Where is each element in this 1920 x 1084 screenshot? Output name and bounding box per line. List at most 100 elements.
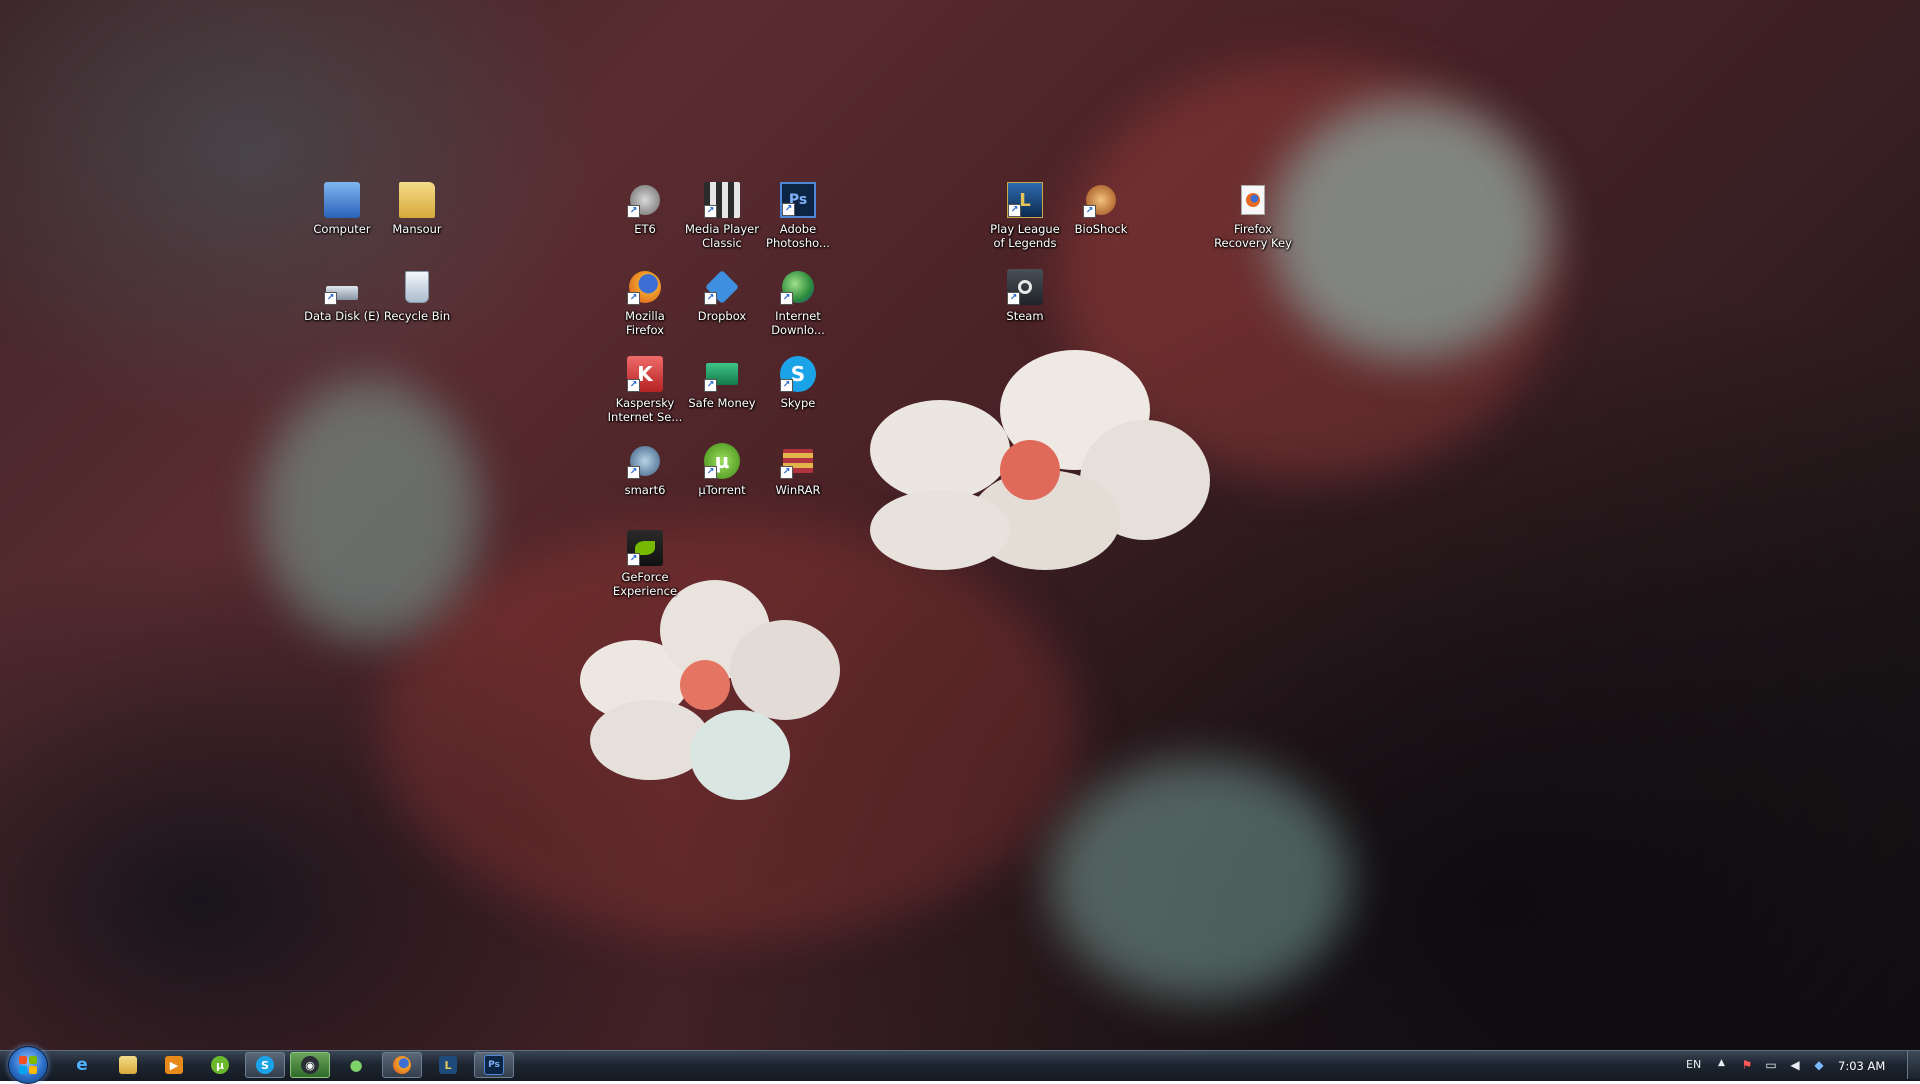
desktop-icon-label: µTorrent [698,483,746,497]
taskbar [0,1050,1920,1081]
desktop-icon-label: Computer [313,222,371,236]
steam-icon: ◉ [301,1056,319,1074]
firefox-icon: ↗ [627,269,663,305]
taskbar-button-skype[interactable]: S [245,1052,285,1078]
desktop-icon-label: BioShock [1074,222,1128,236]
desktop-icon-play-league[interactable]: L ↗ Play League of Legends [986,180,1064,250]
folder-icon [119,1056,137,1074]
desktop-icon-et6[interactable]: ↗ ET6 [606,180,684,236]
desktop-icon-adobe-photoshop[interactable]: Ps ↗ Adobe Photosho... [759,180,837,250]
desktop-icon-dropbox[interactable]: ↗ Dropbox [683,267,761,323]
desktop-icon-label: Play League of Legends [990,222,1060,250]
wallpaper-blur [260,380,480,640]
desktop-icon-label: ET6 [634,222,656,236]
wallpaper-flower [580,580,840,800]
desktop-icon-label: Mansour [392,222,442,236]
desktop-icon-label: smart6 [624,483,666,497]
desktop-icon-label: Internet Downlo... [771,309,825,337]
taskbar-button-idm[interactable]: ● [336,1052,376,1078]
desktop-icon-label: Dropbox [697,309,747,323]
desktop-icon-label: Steam [1006,309,1044,323]
photoshop-icon: Ps [484,1055,504,1075]
language-indicator[interactable]: EN [1686,1058,1701,1071]
volume-icon[interactable]: ◀ [1788,1058,1802,1072]
desktop-icon-skype[interactable]: S ↗ Skype [759,354,837,410]
desktop-icon-media-player-classic[interactable]: ↗ Media Player Classic [683,180,761,250]
et6-icon: ↗ [627,182,663,218]
league-icon: L ↗ [1007,182,1043,218]
media-player-icon: ▶ [165,1056,183,1074]
skype-icon: S [256,1056,274,1074]
desktop-icon-label: GeForce Experience [612,570,678,598]
taskbar-button-photoshop[interactable]: Ps [474,1052,514,1078]
wallpaper-blur [1050,760,1350,1000]
desktop-icon-label: Recycle Bin [383,309,451,323]
desktop-icon-label: Kaspersky Internet Se... [607,396,683,424]
idm-icon: ● [349,1056,363,1074]
wallpaper-flower [870,350,1210,580]
firefox-icon [393,1056,411,1074]
winrar-icon: ↗ [780,443,816,479]
user-folder-icon [399,182,435,218]
taskbar-button-media-player[interactable]: ▶ [154,1052,194,1078]
desktop-icon-mansour[interactable]: Mansour [378,180,456,236]
desktop-icon-geforce-experience[interactable]: ↗ GeForce Experience [606,528,684,598]
taskbar-button-ie[interactable]: e [62,1052,102,1078]
desktop-icon-winrar[interactable]: ↗ WinRAR [759,441,837,497]
desktop-icon-label: Data Disk (E) [304,309,380,323]
desktop-icon-firefox-recovery-key[interactable]: Firefox Recovery Key [1214,180,1292,250]
drive-icon: ↗ [324,269,360,305]
desktop-icon-recycle-bin[interactable]: Recycle Bin [378,267,456,323]
computer-icon [324,182,360,218]
desktop-icon-data-disk[interactable]: ↗ Data Disk (E) [303,267,381,323]
photoshop-icon: Ps ↗ [780,182,816,218]
kaspersky-icon: K ↗ [627,356,663,392]
steam-icon: ↗ [1007,269,1043,305]
recycle-bin-icon [399,269,435,305]
clock[interactable]: 7:03 AM [1838,1059,1885,1073]
nvidia-icon: ↗ [627,530,663,566]
smart6-icon: ↗ [627,443,663,479]
desktop-icon-label: Skype [780,396,816,410]
start-button[interactable] [8,1046,48,1084]
show-hidden-icons-icon[interactable]: ▲ [1718,1058,1725,1068]
desktop-wallpaper [0,0,1920,1080]
desktop-icon-kaspersky[interactable]: K ↗ Kaspersky Internet Se... [606,354,684,424]
internet-explorer-icon: e [76,1055,88,1075]
firefox-document-icon [1235,182,1271,218]
desktop-icon-internet-download[interactable]: ↗ Internet Downlo... [759,267,837,337]
dropbox-icon: ↗ [704,269,740,305]
utorrent-icon: µ ↗ [704,443,740,479]
network-icon[interactable]: ▭ [1764,1058,1778,1072]
desktop-icon-steam[interactable]: ↗ Steam [986,267,1064,323]
windows-logo-icon [19,1056,37,1074]
desktop-icon-label: Firefox Recovery Key [1214,222,1292,250]
film-icon: ↗ [704,182,740,218]
idm-icon: ↗ [780,269,816,305]
bioshock-icon: ↗ [1083,182,1119,218]
desktop-icon-utorrent[interactable]: µ ↗ µTorrent [683,441,761,497]
taskbar-button-steam[interactable]: ◉ [290,1052,330,1078]
desktop-icon-safe-money[interactable]: ↗ Safe Money [683,354,761,410]
desktop-icon-label: Adobe Photosho... [766,222,830,250]
taskbar-button-explorer[interactable] [108,1052,148,1078]
desktop-icon-label: WinRAR [775,483,821,497]
taskbar-button-league[interactable]: L [428,1052,468,1078]
taskbar-button-utorrent[interactable]: µ [200,1052,240,1078]
wallpaper-blur [1270,100,1550,360]
action-center-icon[interactable]: ⚑ [1740,1058,1754,1072]
desktop-icon-bioshock[interactable]: ↗ BioShock [1062,180,1140,236]
league-icon: L [439,1056,457,1074]
skype-icon: S ↗ [780,356,816,392]
safe-money-icon: ↗ [704,356,740,392]
desktop-icon-label: Media Player Classic [685,222,759,250]
desktop-icon-computer[interactable]: Computer [303,180,381,236]
desktop-icon-mozilla-firefox[interactable]: ↗ Mozilla Firefox [606,267,684,337]
dropbox-tray-icon[interactable]: ◆ [1812,1058,1826,1072]
desktop-icon-label: Mozilla Firefox [625,309,665,337]
desktop-icon-label: Safe Money [688,396,756,410]
desktop-icon-smart6[interactable]: ↗ smart6 [606,441,684,497]
taskbar-button-firefox[interactable] [382,1052,422,1078]
utorrent-icon: µ [211,1056,229,1074]
show-desktop-button[interactable] [1907,1051,1920,1079]
